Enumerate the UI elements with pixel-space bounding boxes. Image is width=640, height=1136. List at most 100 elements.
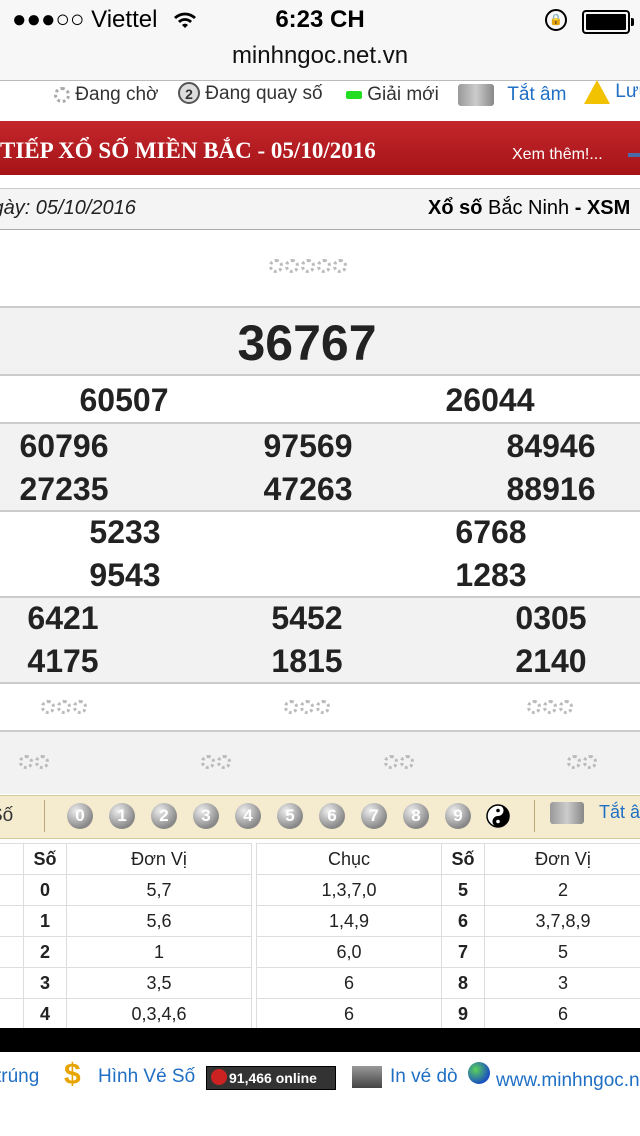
save-link[interactable]: Lưu: [584, 80, 640, 104]
fourth-prize-number: 5452: [271, 600, 343, 636]
digit-button-7[interactable]: 7: [361, 803, 387, 829]
first-prize-number: 60507: [79, 382, 169, 418]
legend-waiting: Đang chờ: [54, 84, 159, 106]
sixth-prize-row: [0, 732, 640, 794]
divider: [534, 800, 535, 832]
url-text[interactable]: minhngoc.net.vn: [0, 42, 640, 78]
online-counter: 91,466 online: [206, 1066, 336, 1090]
third-prize-number: 1283: [455, 557, 527, 593]
winner-link[interactable]: trúng: [0, 1066, 39, 1088]
digit-bar-label: Số: [0, 805, 14, 826]
divider: [44, 800, 45, 832]
site-link[interactable]: www.minhngoc.n: [496, 1070, 640, 1092]
digit-button-6[interactable]: 6: [319, 803, 345, 829]
printer-icon[interactable]: [352, 1066, 382, 1088]
digit-button-5[interactable]: 5: [277, 803, 303, 829]
ticket-drawing-link[interactable]: Hình Vé Số: [98, 1066, 195, 1088]
legend-spinning-label: Đang quay số: [205, 83, 323, 104]
legend-new-prize-label: Giải mới: [367, 84, 439, 105]
pending-sixth-prize: [18, 755, 50, 774]
mute-label[interactable]: Tắt âm: [507, 84, 566, 105]
province-prefix: Xổ số: [428, 197, 483, 219]
pending-fifth-prize: [283, 700, 331, 719]
loto-table-right: Chục Số Đơn Vị 1,3,7,0 5 2 1,4,9 6 3,7,8,9 6…: [256, 843, 640, 1030]
table-row: 21: [0, 936, 252, 968]
digit-bar-mute-label[interactable]: Tắt â: [599, 802, 640, 822]
col-header-chuc: Chục: [256, 843, 442, 875]
col-header-donvi: Đơn Vị: [484, 843, 640, 875]
col-header-so: Số: [441, 843, 485, 875]
digit-button-4[interactable]: 4: [235, 803, 261, 829]
spinning-badge-icon: 2: [178, 82, 200, 104]
pending-fifth-prize: [526, 700, 574, 719]
third-prize-number: 6768: [455, 514, 527, 550]
yin-yang-icon[interactable]: [486, 804, 510, 828]
see-more-link[interactable]: Xem thêm!...: [512, 146, 603, 164]
table-row: 1 5,6: [0, 905, 252, 937]
second-prize-number: 84946: [506, 428, 596, 464]
digit-button-3[interactable]: 3: [193, 803, 219, 829]
third-prize-number: 9543: [89, 557, 161, 593]
pending-sixth-prize: [383, 755, 415, 774]
speaker-icon: [550, 802, 584, 825]
mute-toggle[interactable]: Tắt âm: [458, 84, 566, 106]
table-row: 683: [256, 967, 640, 999]
digit-button-9[interactable]: 9: [445, 803, 471, 829]
col-header-donvi: Đơn Vị: [66, 843, 252, 875]
pending-sixth-prize: [200, 755, 232, 774]
table-row: 0 5,7: [0, 874, 252, 906]
table-row: 3 3,5: [0, 967, 252, 999]
live-header-title: TIẾP XỔ SỐ MIỀN BẮC - 05/10/2016: [0, 138, 376, 163]
battery-icon: [582, 10, 634, 34]
footer: [0, 1052, 640, 1136]
warning-icon: [584, 80, 610, 104]
table-row: 6,0 7 5: [256, 936, 640, 968]
clock: 6:23 CH: [275, 6, 365, 33]
col-header-so: Số: [23, 843, 67, 875]
dollar-icon: $: [64, 1058, 81, 1091]
rotation-lock-icon: 🔒: [545, 9, 567, 31]
digit-button-0[interactable]: 0: [67, 803, 93, 829]
fourth-prize-number: 0305: [515, 600, 587, 636]
third-prize-number: 5233: [89, 514, 161, 550]
second-prize-number: 27235: [19, 471, 109, 507]
print-ticket-link[interactable]: In vé dò: [390, 1066, 458, 1088]
table-row: 696: [256, 998, 640, 1030]
fourth-prize-number: 1815: [271, 643, 343, 679]
table-row: 4 0,3,4,6: [0, 998, 252, 1030]
table-row: 1,3,7,0 5 2: [256, 874, 640, 906]
user-icon: [211, 1069, 227, 1085]
second-prize-number: 97569: [263, 428, 353, 464]
save-label[interactable]: Lưu: [615, 81, 640, 102]
pending-sixth-prize: [566, 755, 598, 774]
header-decoration: [628, 153, 640, 157]
globe-icon: [468, 1062, 490, 1084]
province-name: Bắc Ninh: [482, 197, 570, 219]
digit-button-8[interactable]: 8: [403, 803, 429, 829]
second-prize-number: 88916: [506, 471, 596, 507]
speaker-icon: [458, 84, 494, 106]
digit-button-1[interactable]: 1: [109, 803, 135, 829]
legend-waiting-label: Đang chờ: [75, 84, 159, 105]
spinner-icon: [54, 86, 70, 103]
fourth-prize-number: 4175: [27, 643, 99, 679]
draw-date: Ngày: 05/10/2016: [0, 197, 136, 219]
digit-button-2[interactable]: 2: [151, 803, 177, 829]
first-prize-number: 26044: [445, 382, 535, 418]
province-label: Xổ số Bắc Ninh - XSM: [428, 197, 630, 220]
digit-bar-mute[interactable]: Tắt â: [550, 802, 640, 825]
second-prize-number: 60796: [19, 428, 109, 464]
footer-divider: [0, 1028, 640, 1052]
legend-spinning: 2 Đang quay số: [178, 82, 323, 105]
fourth-prize-number: 6421: [27, 600, 99, 636]
loto-table-left: Số Đơn Vị 0 5,7 1 5,6 21 3 3,5 4 0,3,4,6: [0, 843, 252, 1030]
pending-fifth-prize: [40, 700, 88, 719]
online-count: 91,466 online: [229, 1070, 317, 1086]
special-prize-number: 36767: [237, 315, 377, 371]
second-prize-number: 47263: [263, 471, 353, 507]
province-suffix: - XSM: [569, 197, 631, 219]
pending-special-code: [268, 259, 348, 278]
table-row: 1,4,9 6 3,7,8,9: [256, 905, 640, 937]
green-bar-icon: [346, 90, 362, 99]
legend-new-prize: Giải mới: [346, 84, 439, 106]
